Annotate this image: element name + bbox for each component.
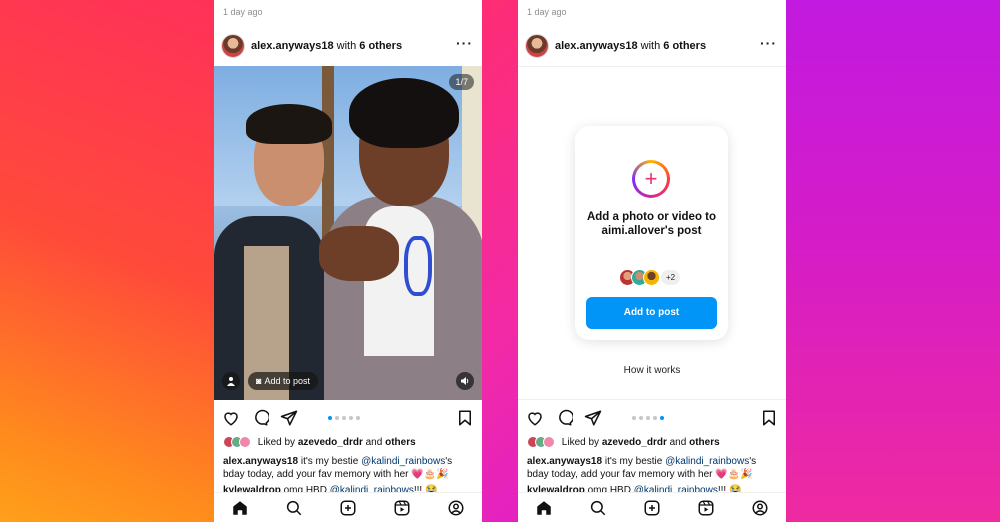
add-media-slide: + Add a photo or video to aimi.allover's… <box>518 66 786 400</box>
comment-icon[interactable] <box>555 409 573 427</box>
carousel-dot <box>335 416 339 420</box>
add-to-post-button[interactable]: Add to post <box>586 297 717 329</box>
search-icon[interactable] <box>589 499 607 517</box>
create-icon[interactable] <box>643 499 661 517</box>
phone-screen-photo-post: 1 day ago alex.anyways18 with 6 others ·… <box>214 0 482 522</box>
post-photo[interactable]: 1/7 ◙ Add to post <box>214 66 482 400</box>
with-text: with <box>640 40 661 52</box>
carousel-dots <box>328 416 368 422</box>
liked-by-user[interactable]: azevedo_drdr <box>298 437 363 448</box>
with-text: with <box>336 40 357 52</box>
reels-icon[interactable] <box>697 499 715 517</box>
caption-mention[interactable]: @kalindi_rainbows <box>361 456 445 467</box>
add-media-card: + Add a photo or video to aimi.allover's… <box>575 126 728 340</box>
profile-icon[interactable] <box>751 499 769 517</box>
bottom-nav <box>214 492 482 522</box>
add-to-post-chip-label: Add to post <box>264 376 310 386</box>
liked-by-others[interactable]: others <box>385 437 416 448</box>
carousel-dot <box>349 416 353 420</box>
collaborators-count[interactable]: 6 others <box>359 40 402 52</box>
more-icon[interactable]: ··· <box>760 36 777 50</box>
liked-by-and: and <box>365 436 383 448</box>
create-icon[interactable] <box>339 499 357 517</box>
carousel-dots <box>632 416 672 422</box>
photo-bracelet <box>404 236 432 296</box>
carousel-dot <box>356 416 360 420</box>
post-header: alex.anyways18 with 6 others ··· <box>214 30 482 62</box>
carousel-dot <box>639 416 643 420</box>
liked-by-prefix: Liked by <box>561 436 600 448</box>
carousel-dot <box>646 416 650 420</box>
caption-text: it's my bestie <box>300 456 359 467</box>
photo-hand <box>319 226 399 281</box>
post-author[interactable]: alex.anyways18 with 6 others <box>555 40 706 52</box>
carousel-dot <box>632 416 636 420</box>
carousel-dot <box>328 416 332 420</box>
add-media-title: Add a photo or video to aimi.allover's p… <box>586 211 717 237</box>
photo-man-hair <box>246 104 332 144</box>
post-time: 1 day ago <box>527 7 567 17</box>
carousel-dot <box>660 416 664 420</box>
liker-avatar <box>239 436 251 448</box>
search-icon[interactable] <box>285 499 303 517</box>
bookmark-icon[interactable] <box>760 409 778 427</box>
bookmark-icon[interactable] <box>456 409 474 427</box>
post-actions <box>518 402 786 432</box>
collaborators-count[interactable]: 6 others <box>663 40 706 52</box>
home-icon[interactable] <box>231 499 249 517</box>
camera-icon: ◙ <box>256 376 262 386</box>
post-author[interactable]: alex.anyways18 with 6 others <box>251 40 402 52</box>
photo-woman-hair <box>349 78 459 148</box>
add-to-post-chip[interactable]: ◙ Add to post <box>248 372 318 390</box>
post-header: alex.anyways18 with 6 others ··· <box>518 30 786 62</box>
liked-by-prefix: Liked by <box>257 436 296 448</box>
author-username[interactable]: alex.anyways18 <box>251 40 334 52</box>
person-icon <box>227 377 235 386</box>
contributor-more-count: +2 <box>661 270 681 285</box>
bottom-nav <box>518 492 786 522</box>
more-icon[interactable]: ··· <box>456 36 473 50</box>
avatar[interactable] <box>525 34 549 58</box>
liked-by-others[interactable]: others <box>689 437 720 448</box>
tagged-people-button[interactable] <box>222 372 240 390</box>
caption-mention[interactable]: @kalindi_rainbows <box>665 456 749 467</box>
reels-icon[interactable] <box>393 499 411 517</box>
share-icon[interactable] <box>280 409 298 427</box>
likes-summary[interactable]: Liked by azevedo_drdr and others <box>527 436 782 450</box>
comment-icon[interactable] <box>251 409 269 427</box>
carousel-dot <box>342 416 346 420</box>
share-icon[interactable] <box>584 409 602 427</box>
caption-username[interactable]: alex.anyways18 <box>527 456 602 467</box>
speaker-icon <box>461 377 469 385</box>
heart-icon[interactable] <box>526 409 544 427</box>
contributor-avatar <box>643 269 660 286</box>
home-icon[interactable] <box>535 499 553 517</box>
contributor-avatars: +2 <box>619 269 699 287</box>
post-actions <box>214 402 482 432</box>
caption-username[interactable]: alex.anyways18 <box>223 456 298 467</box>
carousel-counter: 1/7 <box>449 74 474 90</box>
liked-by-user[interactable]: azevedo_drdr <box>602 437 667 448</box>
post-time: 1 day ago <box>223 7 263 17</box>
plus-icon: + <box>635 163 667 195</box>
caption-text: it's my bestie <box>604 456 663 467</box>
carousel-dot <box>653 416 657 420</box>
post-caption: alex.anyways18 it's my bestie @kalindi_r… <box>223 455 475 481</box>
liker-avatar <box>543 436 555 448</box>
sound-button[interactable] <box>456 372 474 390</box>
avatar[interactable] <box>221 34 245 58</box>
how-it-works-link[interactable]: How it works <box>518 365 786 376</box>
likes-summary[interactable]: Liked by azevedo_drdr and others <box>223 436 478 450</box>
phone-screen-add-to-post: 1 day ago alex.anyways18 with 6 others ·… <box>518 0 786 522</box>
author-username[interactable]: alex.anyways18 <box>555 40 638 52</box>
post-caption: alex.anyways18 it's my bestie @kalindi_r… <box>527 455 779 481</box>
add-media-plus-button[interactable]: + <box>632 160 670 198</box>
liked-by-and: and <box>669 436 687 448</box>
heart-icon[interactable] <box>222 409 240 427</box>
profile-icon[interactable] <box>447 499 465 517</box>
